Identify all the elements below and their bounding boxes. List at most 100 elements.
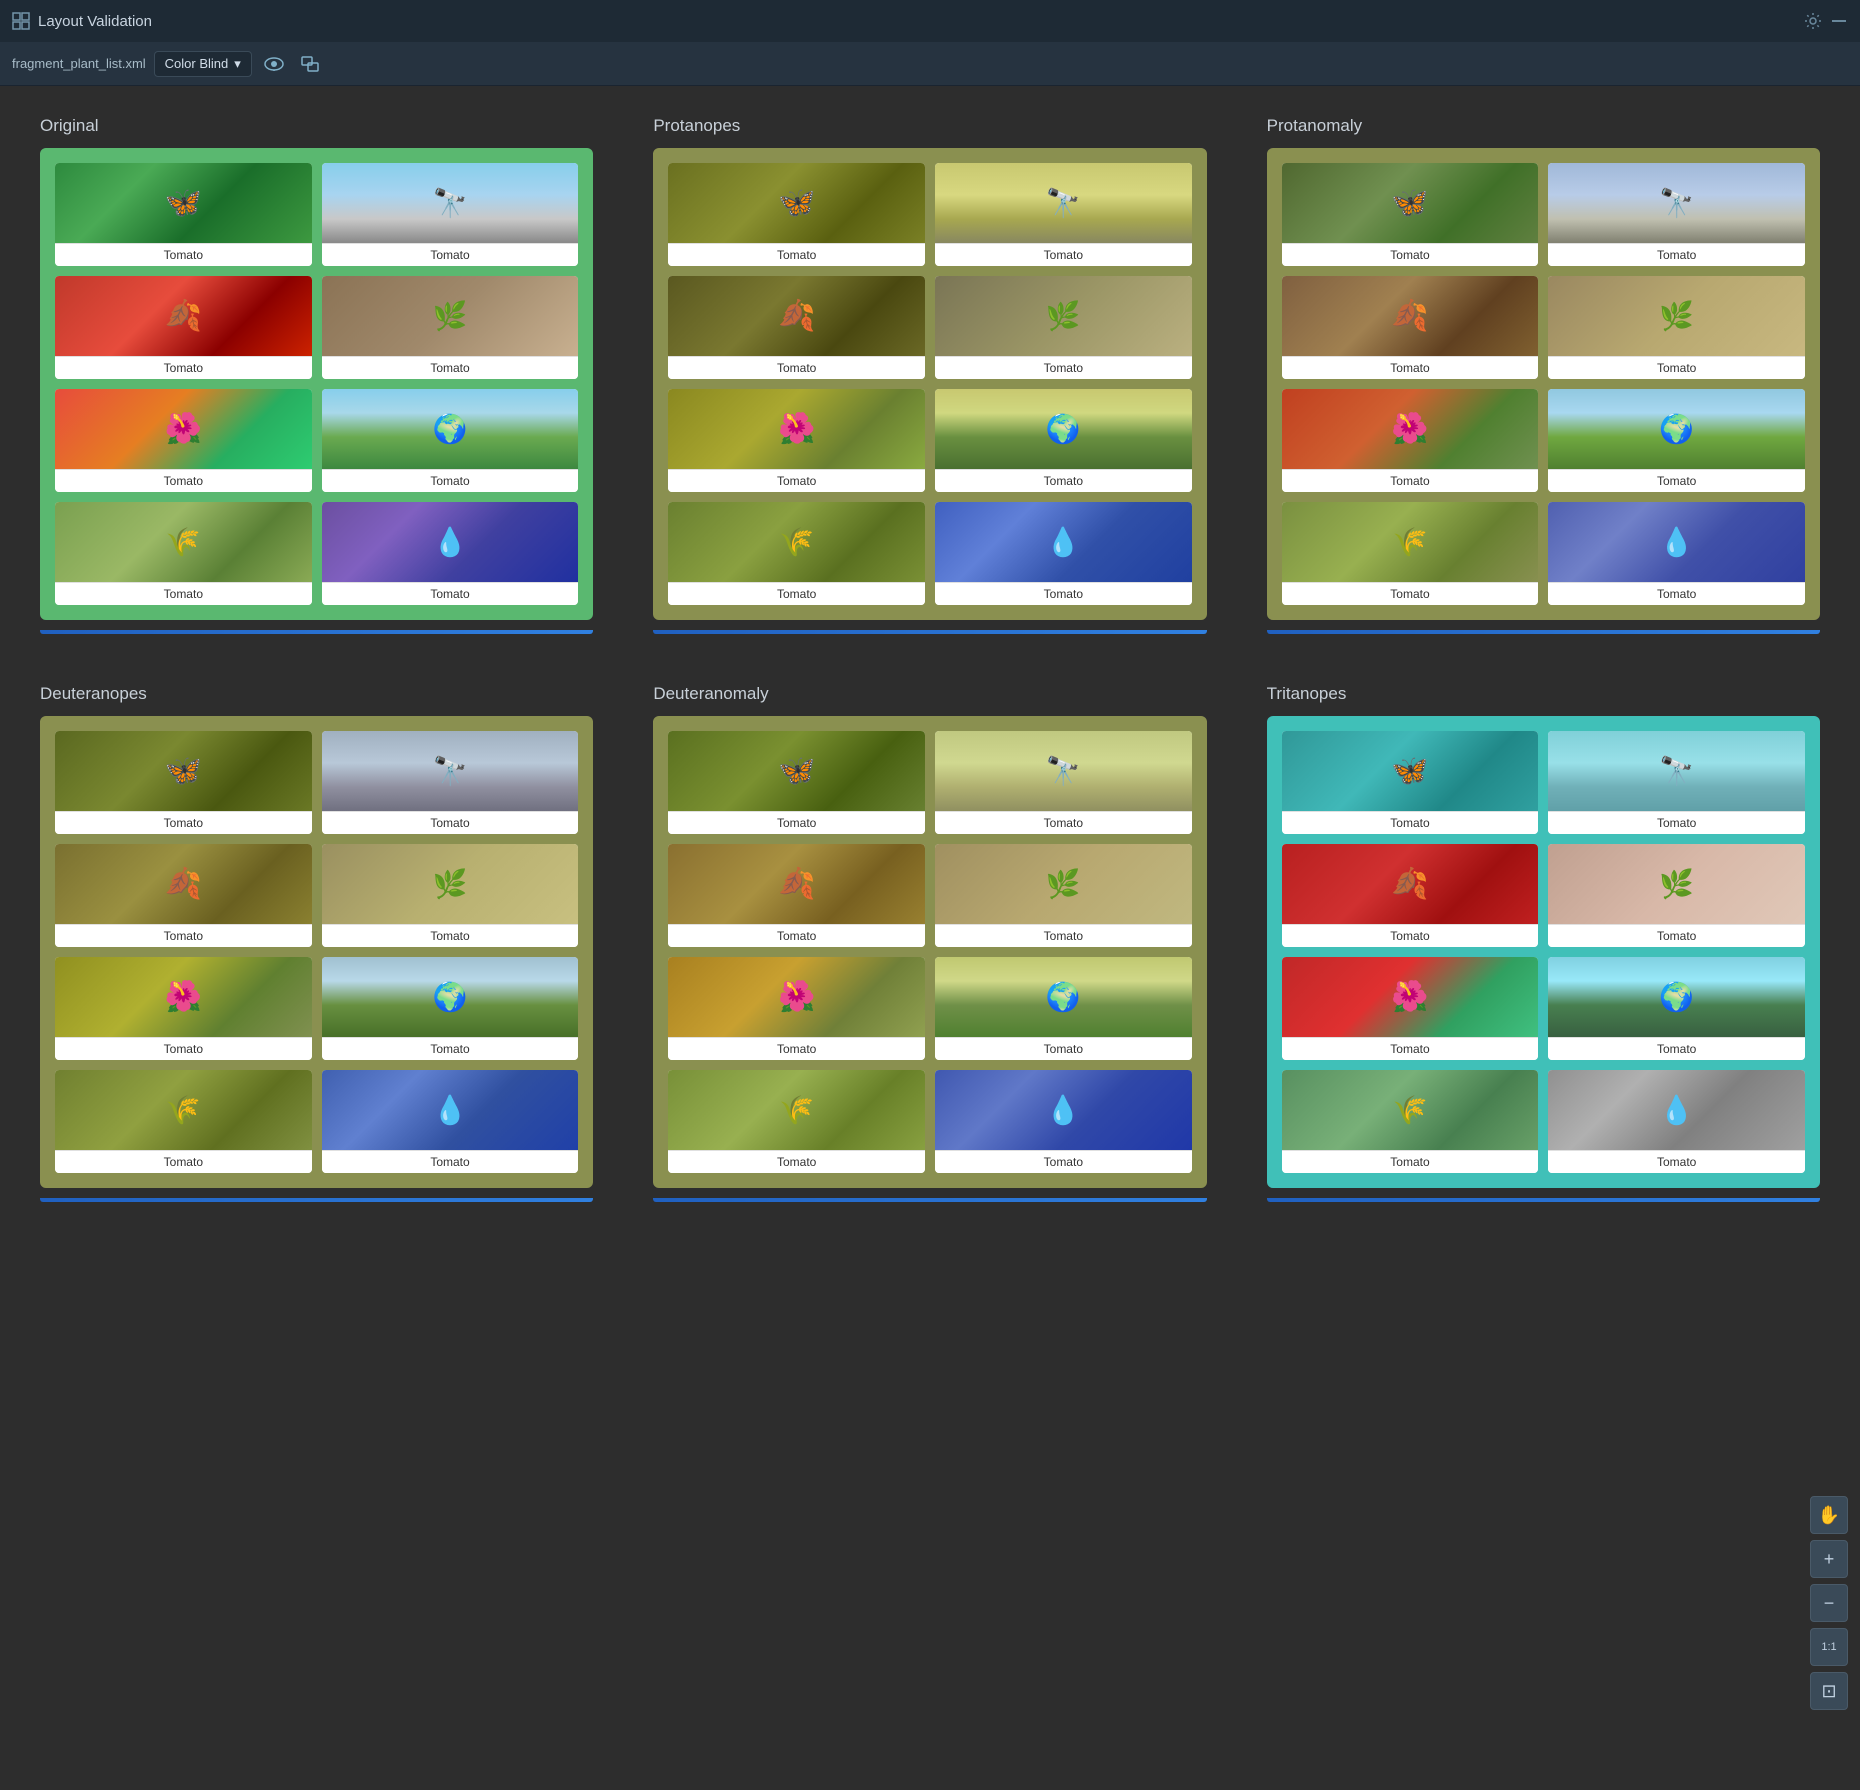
img-card-protanomaly-row0-A[interactable]: Tomato [1282,163,1539,266]
img-card-original-row0-A[interactable]: Tomato [55,163,312,266]
visibility-toggle-button[interactable] [260,53,288,75]
panel-protanomaly: ProtanomalyTomatoTomatoTomatoTomatoTomat… [1267,116,1820,634]
img-thumb-protanopes-row0-A [668,163,925,243]
img-label-original-row1-B: Tomato [322,356,579,379]
img-card-protanomaly-row1-A[interactable]: Tomato [1282,276,1539,379]
img-card-tritanopes-row1-B[interactable]: Tomato [1548,844,1805,947]
img-card-deuteranomaly-row1-A[interactable]: Tomato [668,844,925,947]
img-thumb-original-row1-B [322,276,579,356]
zoom-out-icon: − [1824,1593,1835,1614]
minimize-icon[interactable] [1830,12,1848,30]
img-card-tritanopes-row2-A[interactable]: Tomato [1282,957,1539,1060]
img-card-protanomaly-row0-B[interactable]: Tomato [1548,163,1805,266]
panel-title-tritanopes: Tritanopes [1267,684,1820,704]
chevron-down-icon: ▾ [234,56,241,72]
img-card-deuteranomaly-row2-A[interactable]: Tomato [668,957,925,1060]
panel-frame-protanomaly: TomatoTomatoTomatoTomatoTomatoTomatoToma… [1267,148,1820,620]
img-thumb-deuteranopes-row3-B [322,1070,579,1150]
img-card-deuteranopes-row1-B[interactable]: Tomato [322,844,579,947]
img-card-deuteranopes-row3-B[interactable]: Tomato [322,1070,579,1173]
img-card-protanopes-row1-A[interactable]: Tomato [668,276,925,379]
layout-icon [12,12,30,30]
img-card-protanomaly-row3-A[interactable]: Tomato [1282,502,1539,605]
img-card-tritanopes-row3-A[interactable]: Tomato [1282,1070,1539,1173]
img-label-deuteranopes-row3-B: Tomato [322,1150,579,1173]
img-thumb-deuteranopes-row1-A [55,844,312,924]
color-blind-dropdown[interactable]: Color Blind ▾ [154,51,252,77]
img-card-deuteranomaly-row1-B[interactable]: Tomato [935,844,1192,947]
img-thumb-original-row0-A [55,163,312,243]
img-card-deuteranomaly-row3-B[interactable]: Tomato [935,1070,1192,1173]
img-card-deuteranomaly-row0-A[interactable]: Tomato [668,731,925,834]
img-card-protanomaly-row1-B[interactable]: Tomato [1548,276,1805,379]
img-card-deuteranopes-row1-A[interactable]: Tomato [55,844,312,947]
img-thumb-deuteranopes-row1-B [322,844,579,924]
img-label-original-row0-A: Tomato [55,243,312,266]
zoom-out-button[interactable]: − [1810,1584,1848,1622]
img-card-deuteranopes-row2-A[interactable]: Tomato [55,957,312,1060]
img-label-protanomaly-row3-B: Tomato [1548,582,1805,605]
img-card-tritanopes-row2-B[interactable]: Tomato [1548,957,1805,1060]
img-label-protanomaly-row2-A: Tomato [1282,469,1539,492]
img-card-tritanopes-row3-B[interactable]: Tomato [1548,1070,1805,1173]
fit-icon: ⊡ [1821,1681,1836,1702]
img-card-original-row0-B[interactable]: Tomato [322,163,579,266]
img-thumb-tritanopes-row1-B [1548,844,1805,924]
img-card-original-row3-A[interactable]: Tomato [55,502,312,605]
panel-frame-deuteranomaly: TomatoTomatoTomatoTomatoTomatoTomatoToma… [653,716,1206,1188]
img-thumb-protanomaly-row2-A [1282,389,1539,469]
img-thumb-tritanopes-row0-B [1548,731,1805,811]
img-card-protanomaly-row3-B[interactable]: Tomato [1548,502,1805,605]
settings-icon[interactable] [1804,12,1822,30]
img-thumb-tritanopes-row2-A [1282,957,1539,1037]
img-card-protanopes-row3-A[interactable]: Tomato [668,502,925,605]
hand-tool-button[interactable]: ✋ [1810,1496,1848,1534]
one-to-one-button[interactable]: 1:1 [1810,1628,1848,1666]
img-thumb-original-row3-B [322,502,579,582]
img-card-protanopes-row0-B[interactable]: Tomato [935,163,1192,266]
img-card-original-row1-A[interactable]: Tomato [55,276,312,379]
panel-frame-protanopes: TomatoTomatoTomatoTomatoTomatoTomatoToma… [653,148,1206,620]
img-label-deuteranomaly-row1-B: Tomato [935,924,1192,947]
img-card-tritanopes-row0-B[interactable]: Tomato [1548,731,1805,834]
img-card-tritanopes-row0-A[interactable]: Tomato [1282,731,1539,834]
img-thumb-protanomaly-row3-B [1548,502,1805,582]
img-card-original-row2-B[interactable]: Tomato [322,389,579,492]
fit-screen-button[interactable]: ⊡ [1810,1672,1848,1710]
img-card-protanopes-row2-A[interactable]: Tomato [668,389,925,492]
img-card-deuteranopes-row2-B[interactable]: Tomato [322,957,579,1060]
img-card-protanopes-row1-B[interactable]: Tomato [935,276,1192,379]
img-card-protanomaly-row2-B[interactable]: Tomato [1548,389,1805,492]
app-title: Layout Validation [38,13,152,30]
img-thumb-protanomaly-row1-A [1282,276,1539,356]
copy-layout-button[interactable] [296,51,324,77]
img-thumb-deuteranomaly-row2-A [668,957,925,1037]
img-label-deuteranomaly-row3-B: Tomato [935,1150,1192,1173]
img-card-protanomaly-row2-A[interactable]: Tomato [1282,389,1539,492]
img-card-deuteranomaly-row3-A[interactable]: Tomato [668,1070,925,1173]
img-thumb-protanopes-row1-A [668,276,925,356]
img-card-protanopes-row0-A[interactable]: Tomato [668,163,925,266]
img-card-deuteranopes-row0-A[interactable]: Tomato [55,731,312,834]
img-card-deuteranopes-row0-B[interactable]: Tomato [322,731,579,834]
img-card-protanopes-row2-B[interactable]: Tomato [935,389,1192,492]
img-card-protanopes-row3-B[interactable]: Tomato [935,502,1192,605]
img-thumb-tritanopes-row1-A [1282,844,1539,924]
img-card-original-row3-B[interactable]: Tomato [322,502,579,605]
img-card-original-row2-A[interactable]: Tomato [55,389,312,492]
img-label-deuteranopes-row1-A: Tomato [55,924,312,947]
img-card-deuteranomaly-row2-B[interactable]: Tomato [935,957,1192,1060]
img-thumb-protanopes-row0-B [935,163,1192,243]
copy-icon [300,55,320,73]
dropdown-label: Color Blind [165,56,229,71]
img-label-protanopes-row1-B: Tomato [935,356,1192,379]
img-card-tritanopes-row1-A[interactable]: Tomato [1282,844,1539,947]
img-label-tritanopes-row3-A: Tomato [1282,1150,1539,1173]
zoom-in-button[interactable]: + [1810,1540,1848,1578]
title-bar-right [1804,12,1848,30]
img-card-original-row1-B[interactable]: Tomato [322,276,579,379]
img-card-deuteranomaly-row0-B[interactable]: Tomato [935,731,1192,834]
panel-deuteranomaly: DeuteranomalyTomatoTomatoTomatoTomatoTom… [653,684,1206,1202]
img-card-deuteranopes-row3-A[interactable]: Tomato [55,1070,312,1173]
scroll-indicator-deuteranomaly [653,1198,1206,1202]
